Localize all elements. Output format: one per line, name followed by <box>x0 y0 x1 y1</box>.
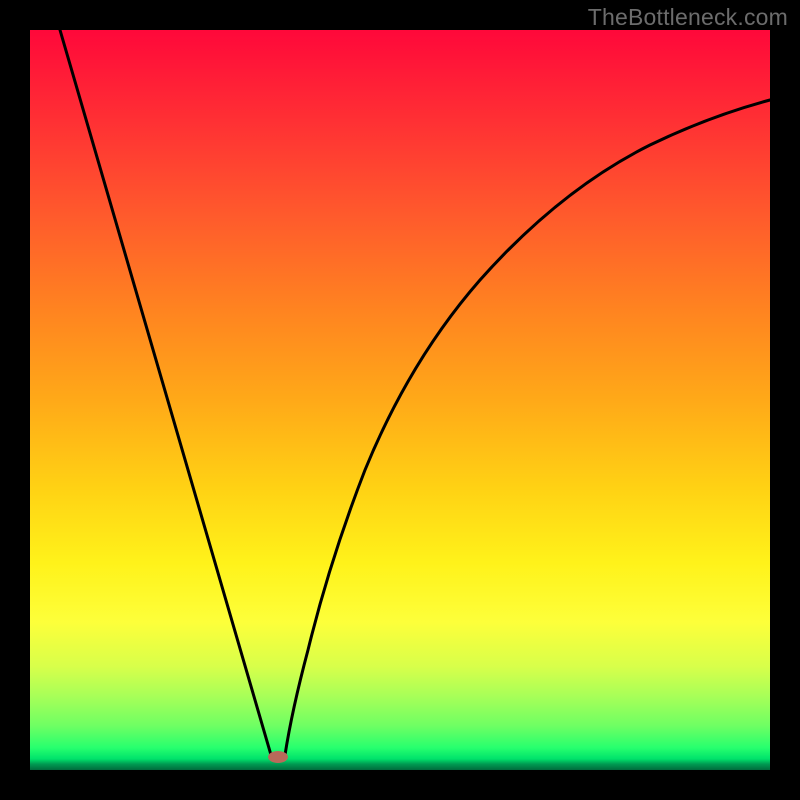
curve-left-branch <box>60 30 271 755</box>
plot-area <box>30 30 770 770</box>
chart-frame: TheBottleneck.com <box>0 0 800 800</box>
bottleneck-curve <box>30 30 770 770</box>
curve-right-branch <box>285 100 770 755</box>
minimum-marker <box>268 751 288 763</box>
watermark-text: TheBottleneck.com <box>588 4 788 31</box>
